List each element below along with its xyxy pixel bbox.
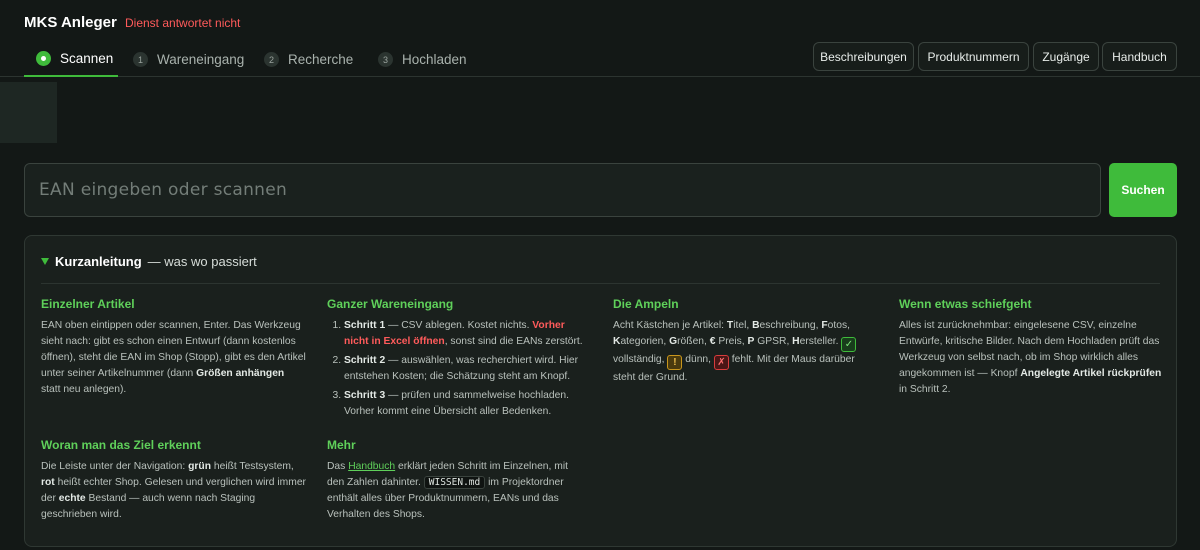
list-item: Schritt 1 — CSV ablegen. Kostet nichts. … xyxy=(344,318,585,350)
list-item: Schritt 3 — prüfen und sammelweise hochl… xyxy=(344,388,585,420)
section-more: Mehr Das Handbuch erklärt jeden Schritt … xyxy=(327,438,585,523)
file-name-code: WISSEN.md xyxy=(423,476,486,489)
section-text: Das Handbuch erklärt jeden Schritt im Ei… xyxy=(327,461,568,520)
handbuch-link[interactable]: Handbuch xyxy=(348,461,395,472)
section-title: Die Ampeln xyxy=(613,297,679,311)
search-button[interactable]: Suchen xyxy=(1109,163,1177,217)
section-title: Ganzer Wareneingang xyxy=(327,297,454,311)
produktnummern-button[interactable]: Produktnummern xyxy=(918,42,1029,71)
section-target-system: Woran man das Ziel erkennt Die Leiste un… xyxy=(41,438,306,523)
step-number: 3 xyxy=(378,52,393,67)
steps-list: Schritt 1 — CSV ablegen. Kostet nichts. … xyxy=(327,318,585,420)
environment-bar-placeholder xyxy=(0,82,57,143)
section-title: Einzelner Artikel xyxy=(41,297,135,311)
section-text: EAN oben eintippen oder scannen, Enter. … xyxy=(41,320,306,395)
app-title: MKS Anleger xyxy=(24,14,117,31)
section-text: Acht Kästchen je Artikel: Titel, Beschre… xyxy=(613,320,857,383)
section-title: Woran man das Ziel erkennt xyxy=(41,438,201,452)
quick-guide-panel: Kurzanleitung — was wo passiert Einzelne… xyxy=(24,235,1177,547)
section-title: Mehr xyxy=(327,438,356,452)
section-text: Die Leiste unter der Navigation: grün he… xyxy=(41,461,306,520)
guide-title: Kurzanleitung xyxy=(55,254,142,269)
step-number: 1 xyxy=(133,52,148,67)
beschreibungen-button[interactable]: Beschreibungen xyxy=(813,42,914,71)
guide-divider xyxy=(41,283,1160,284)
section-bulk-receipt: Ganzer Wareneingang Schritt 1 — CSV able… xyxy=(327,297,585,423)
guide-subtitle: — was wo passiert xyxy=(147,254,257,269)
ean-search-input[interactable] xyxy=(24,163,1101,217)
quick-guide-toggle[interactable]: Kurzanleitung — was wo passiert xyxy=(41,254,257,269)
section-title: Wenn etwas schiefgeht xyxy=(899,297,1032,311)
tab-hochladen[interactable]: 3 Hochladen xyxy=(378,42,467,77)
main-navigation: Scannen 1 Wareneingang 2 Recherche 3 Hoc… xyxy=(0,42,1200,77)
cross-icon: ✗ xyxy=(713,355,729,370)
service-status: Dienst antwortet nicht xyxy=(125,16,241,30)
warning-icon: ! xyxy=(667,355,683,370)
tab-label: Scannen xyxy=(60,51,114,66)
section-single-article: Einzelner Artikel EAN oben eintippen ode… xyxy=(41,297,306,398)
handbuch-button[interactable]: Handbuch xyxy=(1102,42,1177,71)
tab-label: Wareneingang xyxy=(157,52,245,67)
tab-scannen[interactable]: Scannen xyxy=(24,42,118,77)
tab-label: Recherche xyxy=(288,52,354,67)
active-step-indicator xyxy=(36,51,51,66)
zugaenge-button[interactable]: Zugänge xyxy=(1033,42,1099,71)
step-number: 2 xyxy=(264,52,279,67)
section-troubleshooting: Wenn etwas schiefgeht Alles ist zurückne… xyxy=(899,297,1164,398)
section-traffic-lights: Die Ampeln Acht Kästchen je Artikel: Tit… xyxy=(613,297,863,386)
tab-label: Hochladen xyxy=(402,52,467,67)
tab-recherche[interactable]: 2 Recherche xyxy=(264,42,353,77)
tab-wareneingang[interactable]: 1 Wareneingang xyxy=(133,42,244,77)
check-icon: ✓ xyxy=(841,337,857,352)
list-item: Schritt 2 — auswählen, was recherchiert … xyxy=(344,353,585,385)
section-text: Alles ist zurücknehmbar: eingelesene CSV… xyxy=(899,320,1162,395)
expand-triangle-icon xyxy=(41,258,49,265)
